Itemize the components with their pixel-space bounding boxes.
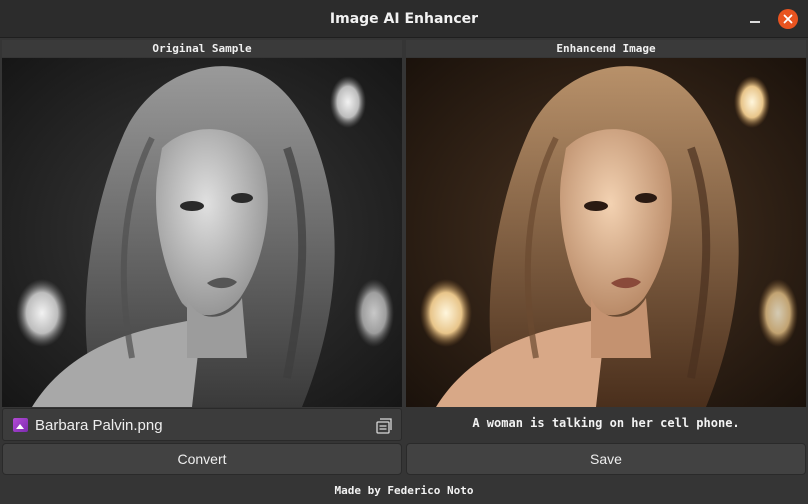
app-window: Image AI Enhancer Original Sample Enhanc…: [0, 0, 808, 504]
file-chooser[interactable]: Barbara Palvin.png: [2, 408, 402, 441]
image-file-icon: [13, 418, 28, 432]
window-title: Image AI Enhancer: [329, 11, 479, 27]
minimize-icon[interactable]: [745, 9, 765, 29]
save-button[interactable]: Save: [406, 443, 806, 475]
footer-credit: Made by Federico Noto: [334, 484, 474, 497]
title-bar: Image AI Enhancer: [0, 0, 808, 38]
folder-browse-icon[interactable]: [375, 417, 393, 435]
close-icon[interactable]: [778, 9, 798, 29]
file-name-label: Barbara Palvin.png: [35, 417, 163, 434]
image-caption: A woman is talking on her cell phone.: [472, 416, 740, 430]
enhanced-image: [406, 58, 806, 407]
original-image: [2, 58, 402, 407]
enhanced-image-header: Enhancend Image: [406, 40, 806, 57]
convert-button[interactable]: Convert: [2, 443, 402, 475]
original-sample-header: Original Sample: [2, 40, 402, 57]
